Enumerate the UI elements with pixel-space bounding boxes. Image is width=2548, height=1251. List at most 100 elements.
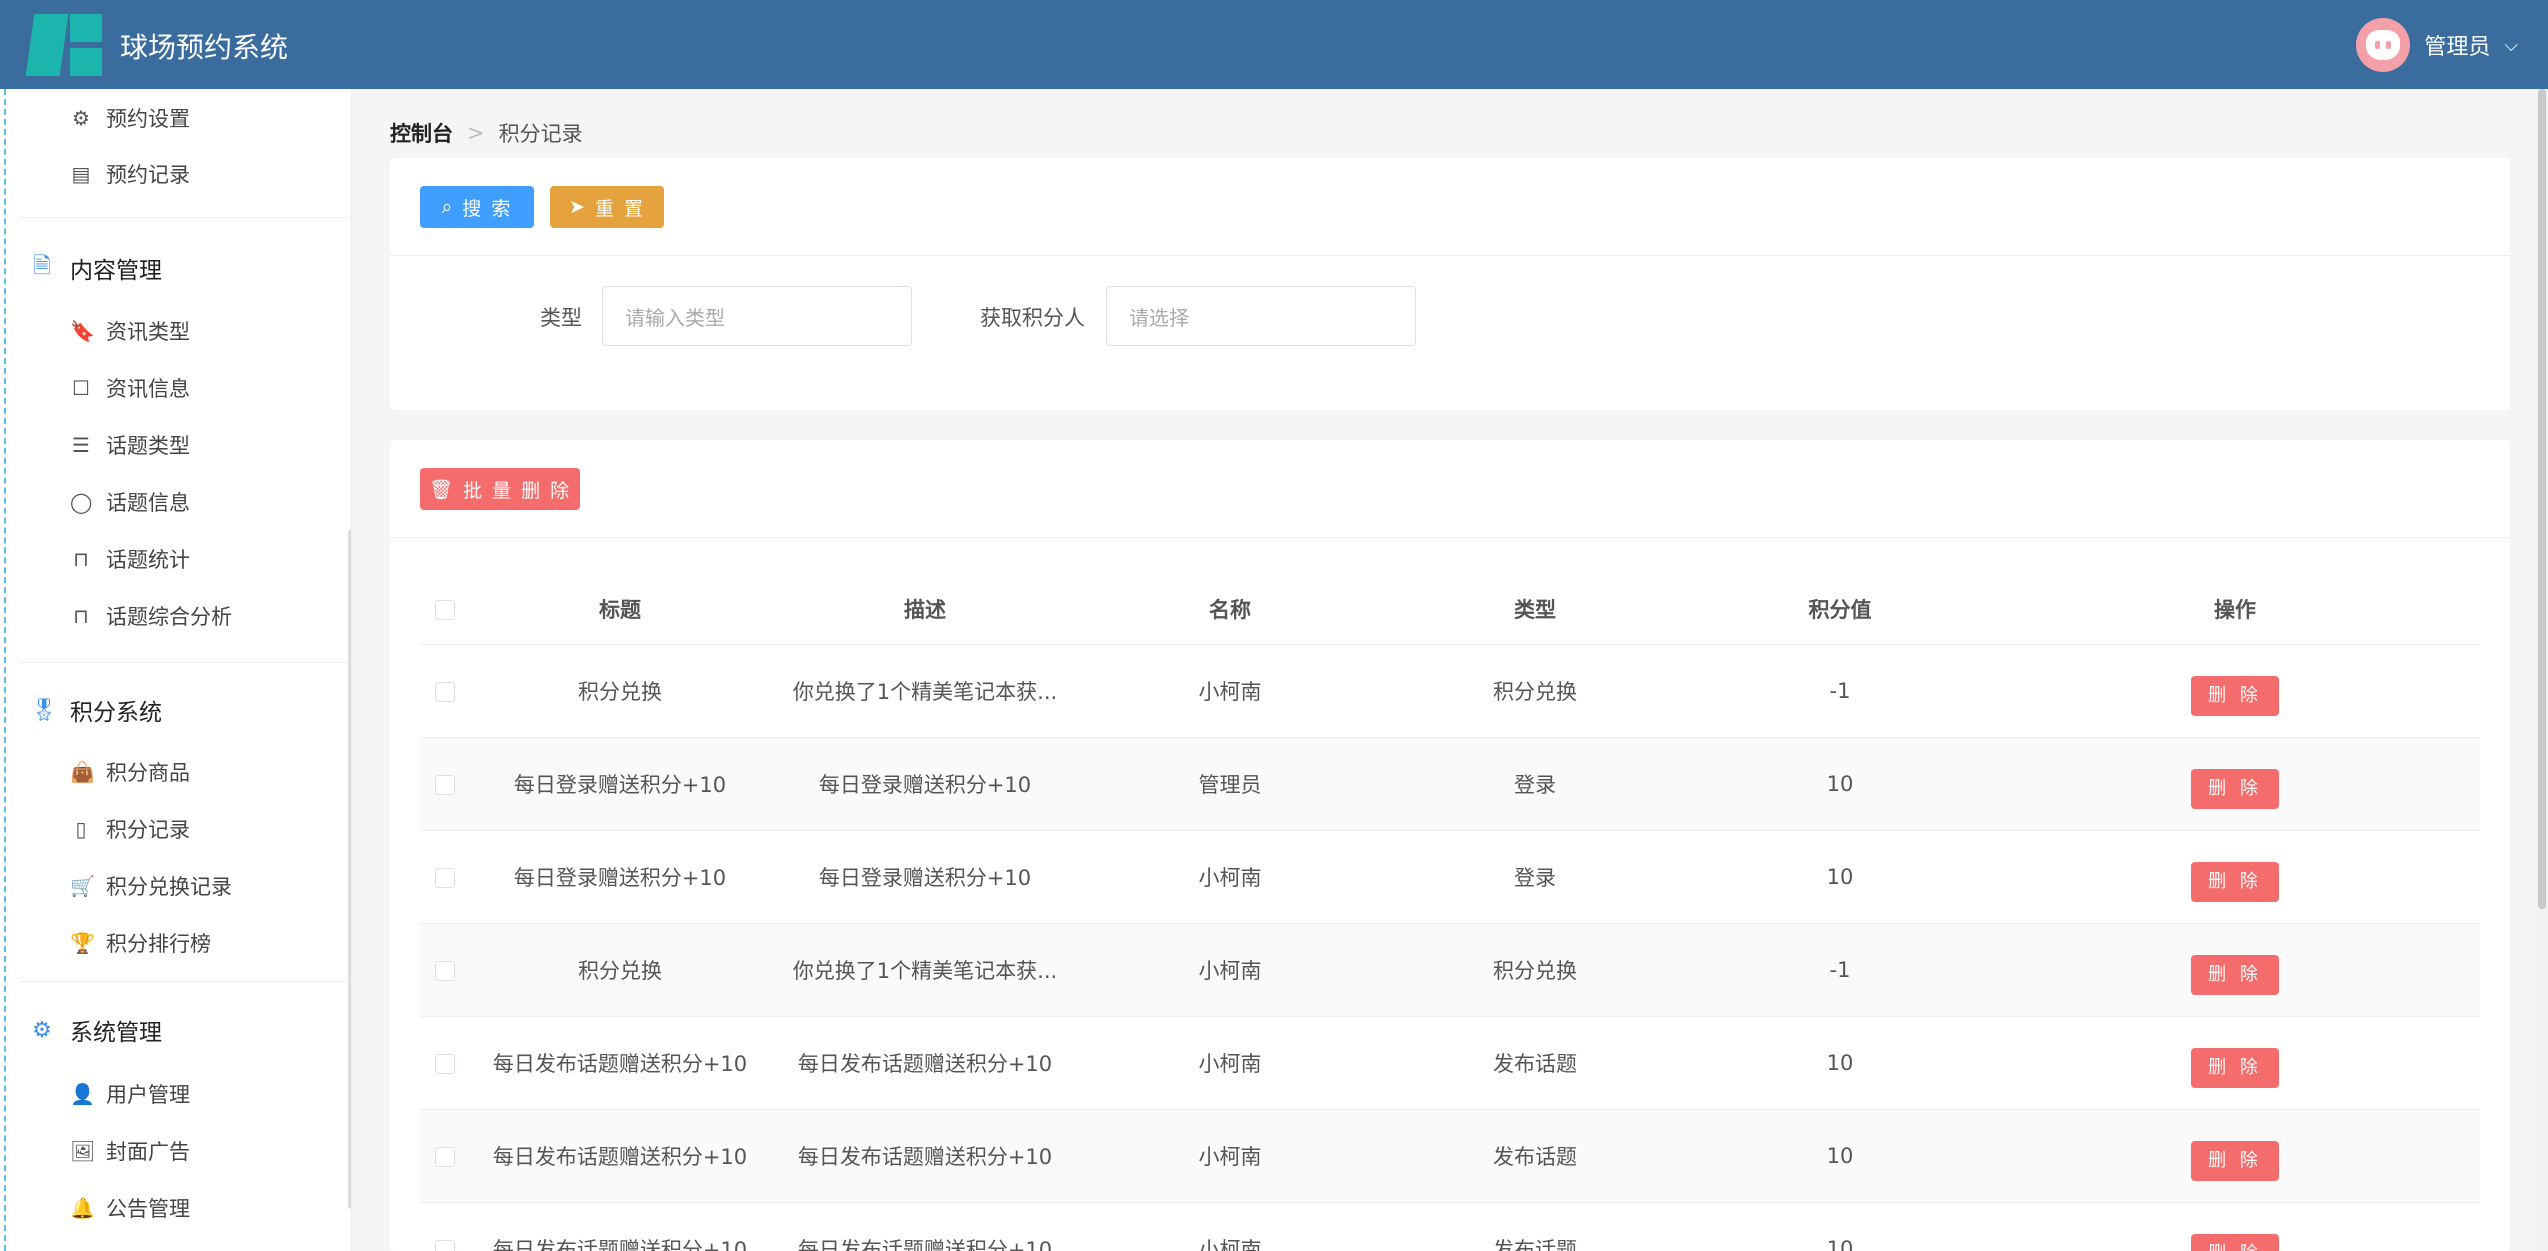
cell-type: 发布话题 bbox=[1380, 1016, 1690, 1110]
medal-icon: 🎖 bbox=[30, 697, 58, 723]
cell-type: 积分兑换 bbox=[1380, 644, 1690, 738]
table-header-row: 标题 描述 名称 类型 积分值 操作 bbox=[420, 574, 2480, 645]
table-row: 每日登录赠送积分+10 每日登录赠送积分+10 小柯南 登录 10 删 除 bbox=[420, 830, 2480, 924]
table-row: 每日发布话题赠送积分+10每日发布话题赠送积分+10小柯南发布话题10删 除 bbox=[420, 1016, 2480, 1110]
user-icon: 👤 bbox=[70, 1082, 95, 1106]
row-checkbox[interactable] bbox=[435, 774, 455, 795]
cell-desc: 你兑换了1个精美笔记本获... bbox=[770, 644, 1080, 738]
cell-points: 10 bbox=[1690, 830, 1990, 924]
search-button[interactable]: ⌕ 搜 索 bbox=[420, 186, 534, 228]
delete-button[interactable]: 删 除 bbox=[2191, 675, 2279, 716]
chat-bubble-icon: ◯ bbox=[70, 490, 93, 514]
table-row: 每日登录赠送积分+10 每日登录赠送积分+10 管理员 登录 10 删 除 bbox=[420, 737, 2480, 831]
reset-button[interactable]: ➤ 重 置 bbox=[550, 186, 664, 228]
column-header: 名称 bbox=[1080, 574, 1380, 645]
row-checkbox[interactable] bbox=[435, 867, 455, 888]
search-toolbar: ⌕ 搜 索 ➤ 重 置 bbox=[390, 158, 2510, 256]
page-scrollbar[interactable] bbox=[2536, 89, 2548, 1251]
sidebar-item-label: 公告管理 bbox=[106, 1197, 190, 1221]
select-all-checkbox[interactable] bbox=[435, 599, 455, 620]
batch-delete-button[interactable]: 🗑 批 量 删 除 bbox=[420, 468, 580, 510]
cell-name: 小柯南 bbox=[1080, 1202, 1380, 1251]
sidebar-item-user-management[interactable]: 👤 用户管理 bbox=[70, 1079, 190, 1109]
breadcrumb-separator-icon: > bbox=[467, 121, 485, 145]
avatar bbox=[2356, 18, 2411, 72]
cell-desc: 每日登录赠送积分+10 bbox=[770, 830, 1080, 924]
sidebar-item-points-records[interactable]: ▯ 积分记录 bbox=[70, 814, 190, 844]
sidebar-item-cover-ads[interactable]: 🖼 封面广告 bbox=[70, 1136, 190, 1166]
sidebar-group-content[interactable]: 🗎 内容管理 bbox=[30, 249, 162, 287]
row-checkbox[interactable] bbox=[435, 960, 455, 981]
records-card: 🗑 批 量 删 除 标题 描述 名称 类型 积分值 操作 积分兑换你兑换了1个精… bbox=[390, 440, 2510, 1251]
delete-button[interactable]: 删 除 bbox=[2191, 768, 2279, 809]
cart-icon: 🛒 bbox=[70, 874, 95, 898]
delete-button[interactable]: 删 除 bbox=[2191, 1140, 2279, 1181]
type-input[interactable]: 请输入类型 bbox=[602, 286, 912, 346]
sidebar-item-announcements[interactable]: 🔔 公告管理 bbox=[70, 1193, 190, 1223]
sidebar-item-topic-info[interactable]: ◯ 话题信息 bbox=[70, 487, 190, 517]
sidebar-item-label: 资讯类型 bbox=[106, 320, 190, 344]
sidebar-item-points-ranking[interactable]: 🏆 积分排行榜 bbox=[70, 928, 211, 958]
sidebar-scrollbar[interactable] bbox=[348, 529, 351, 1209]
cell-name: 小柯南 bbox=[1080, 1109, 1380, 1203]
delete-button[interactable]: 删 除 bbox=[2191, 1047, 2279, 1088]
records-table: 标题 描述 名称 类型 积分值 操作 积分兑换 你兑换了1个精美笔记本获... 小柯… bbox=[420, 574, 2480, 1251]
sidebar-item-news-types[interactable]: 🔖 资讯类型 bbox=[70, 316, 190, 346]
gear-icon: ⚙ bbox=[72, 106, 90, 130]
cell-title: 每日发布话题赠送积分+10 bbox=[470, 1109, 770, 1203]
column-header: 积分值 bbox=[1690, 574, 1990, 645]
sidebar-item-label: 积分记录 bbox=[106, 818, 190, 842]
user-name: 管理员 bbox=[2424, 35, 2491, 60]
breadcrumb-current: 积分记录 bbox=[498, 122, 583, 146]
cell-points: -1 bbox=[1690, 644, 1990, 738]
cell-points: 10 bbox=[1690, 737, 1990, 831]
cell-desc: 你兑换了1个精美笔记本获... bbox=[770, 923, 1080, 1017]
sidebar-item-news-info[interactable]: ☐ 资讯信息 bbox=[70, 373, 190, 403]
sidebar-item-label: 资讯信息 bbox=[106, 377, 190, 401]
sidebar-item-topic-analysis[interactable]: ⊓ 话题综合分析 bbox=[70, 601, 232, 631]
row-checkbox[interactable] bbox=[435, 1239, 455, 1251]
cell-points: -1 bbox=[1690, 923, 1990, 1017]
document-list-icon: ▤ bbox=[71, 162, 91, 186]
document-icon: 🗎 bbox=[33, 254, 51, 279]
person-label: 获取积分人 bbox=[980, 306, 1085, 330]
cell-points: 10 bbox=[1690, 1016, 1990, 1110]
breadcrumb-home[interactable]: 控制台 bbox=[390, 118, 453, 148]
cell-name: 小柯南 bbox=[1080, 644, 1380, 738]
cell-desc: 每日发布话题赠送积分+10 bbox=[770, 1109, 1080, 1203]
delete-button[interactable]: 删 除 bbox=[2191, 1233, 2279, 1251]
column-header: 操作 bbox=[1990, 574, 2480, 645]
sidebar-item-booking-settings[interactable]: ⚙ 预约设置 bbox=[70, 103, 190, 133]
sidebar-item-booking-records[interactable]: ▤ 预约记录 bbox=[70, 159, 190, 189]
sidebar-item-topic-stats[interactable]: ⊓ 话题统计 bbox=[70, 544, 190, 574]
sidebar-item-points-products[interactable]: 👜 积分商品 bbox=[70, 757, 190, 787]
top-header: 球场预约系统 管理员 ⌵ bbox=[0, 0, 2548, 89]
row-checkbox[interactable] bbox=[435, 681, 455, 702]
row-checkbox[interactable] bbox=[435, 1146, 455, 1167]
sidebar-group-system[interactable]: ⚙ 系统管理 bbox=[30, 1013, 162, 1047]
sidebar-item-label: 积分商品 bbox=[106, 761, 190, 785]
delete-button[interactable]: 删 除 bbox=[2191, 954, 2279, 995]
app-title: 球场预约系统 bbox=[120, 31, 289, 64]
cell-type: 发布话题 bbox=[1380, 1109, 1690, 1203]
sidebar-item-label: 话题综合分析 bbox=[106, 605, 232, 629]
table-row: 积分兑换 你兑换了1个精美笔记本获... 小柯南 积分兑换 -1 删 除 bbox=[420, 644, 2480, 738]
sidebar-item-topic-types[interactable]: ☰ 话题类型 bbox=[70, 430, 190, 460]
delete-button[interactable]: 删 除 bbox=[2191, 861, 2279, 902]
user-menu[interactable]: 管理员 ⌵ bbox=[2356, 18, 2518, 72]
sidebar-item-label: 封面广告 bbox=[106, 1140, 190, 1164]
sidebar-group-points[interactable]: 🎖 积分系统 bbox=[30, 693, 162, 727]
shopping-bag-icon: 👜 bbox=[70, 760, 95, 784]
person-select[interactable]: 请选择 bbox=[1106, 286, 1416, 346]
column-header: 标题 bbox=[470, 574, 770, 645]
cell-desc: 每日发布话题赠送积分+10 bbox=[770, 1202, 1080, 1251]
cell-title: 每日登录赠送积分+10 bbox=[470, 830, 770, 924]
sidebar-item-points-exchange[interactable]: 🛒 积分兑换记录 bbox=[70, 871, 232, 901]
sidebar-item-label: 积分排行榜 bbox=[106, 932, 211, 956]
presentation-icon: ⊓ bbox=[73, 547, 89, 571]
cell-points: 10 bbox=[1690, 1109, 1990, 1203]
cell-type: 积分兑换 bbox=[1380, 923, 1690, 1017]
row-checkbox[interactable] bbox=[435, 1053, 455, 1074]
table-row: 每日发布话题赠送积分+10每日发布话题赠送积分+10小柯南发布话题10删 除 bbox=[420, 1202, 2480, 1251]
cell-type: 发布话题 bbox=[1380, 1202, 1690, 1251]
